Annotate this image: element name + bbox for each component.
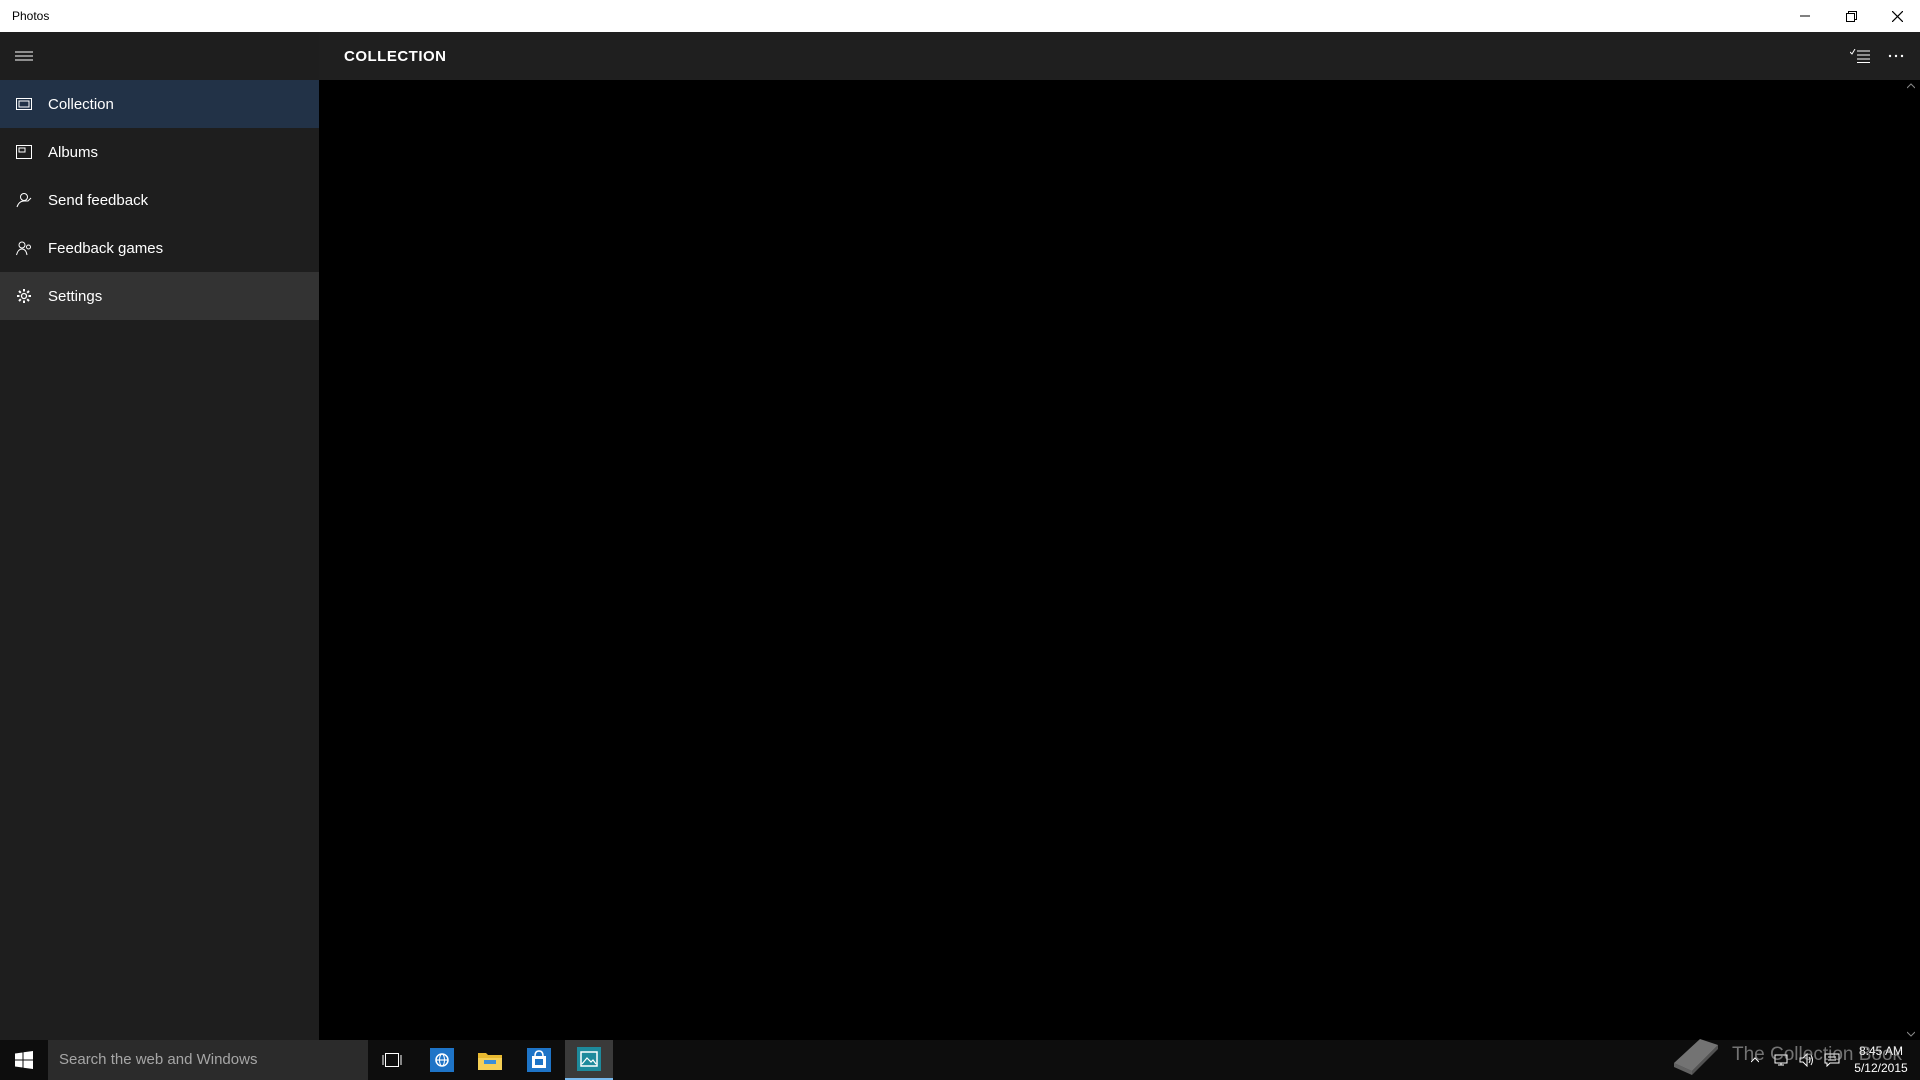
taskbar-photos[interactable]	[565, 1040, 613, 1080]
gear-icon	[0, 288, 48, 304]
watermark: The Collection Book	[1670, 1030, 1902, 1080]
ie-browser-icon	[430, 1048, 454, 1072]
minimize-icon	[1800, 15, 1810, 17]
photos-icon	[577, 1047, 601, 1071]
feedback-icon	[0, 192, 48, 208]
sidebar-item-send-feedback[interactable]: Send feedback	[0, 176, 319, 224]
start-button[interactable]	[0, 1040, 48, 1080]
taskbar-file-explorer[interactable]	[466, 1040, 514, 1080]
more-icon	[1888, 54, 1904, 58]
taskbar-ie-browser[interactable]	[418, 1040, 466, 1080]
navigation-pane: Collection Albums Send feedback Feedback…	[0, 32, 319, 1040]
sidebar-item-label: Collection	[48, 95, 114, 113]
sidebar-item-collection[interactable]: Collection	[0, 80, 319, 128]
taskbar-store[interactable]	[515, 1040, 563, 1080]
sidebar-item-settings[interactable]: Settings	[0, 272, 319, 320]
sidebar-item-label: Feedback games	[48, 239, 164, 257]
restore-icon	[1845, 10, 1857, 22]
book-logo-icon	[1674, 1039, 1718, 1075]
store-icon	[527, 1048, 551, 1072]
more-options-button[interactable]	[1872, 32, 1920, 80]
scroll-up-arrow-icon[interactable]	[1907, 82, 1915, 90]
window-title: Photos	[12, 9, 50, 23]
page-header: COLLECTION	[319, 32, 1920, 80]
page-title: COLLECTION	[344, 48, 447, 65]
close-icon	[1891, 10, 1903, 22]
select-list-icon	[1850, 49, 1870, 63]
close-button[interactable]	[1874, 0, 1920, 32]
task-view-icon	[382, 1053, 402, 1067]
vertical-scrollbar[interactable]	[1902, 80, 1920, 1040]
hamburger-menu-button[interactable]	[0, 32, 48, 80]
minimize-button[interactable]	[1782, 0, 1828, 32]
task-view-button[interactable]	[368, 1040, 416, 1080]
sidebar-item-label: Albums	[48, 143, 99, 161]
window-title-bar: Photos	[0, 0, 1920, 32]
collection-content-area[interactable]	[319, 80, 1902, 1040]
sidebar-item-albums[interactable]: Albums	[0, 128, 319, 176]
feedback-games-icon	[0, 240, 48, 256]
sidebar-item-feedback-games[interactable]: Feedback games	[0, 224, 319, 272]
scroll-down-arrow-icon[interactable]	[1907, 1030, 1915, 1038]
sidebar-item-label: Send feedback	[48, 191, 149, 209]
watermark-text: The Collection Book	[1732, 1044, 1903, 1065]
windows-logo-icon	[15, 1051, 33, 1069]
collection-icon	[0, 97, 48, 111]
restore-button[interactable]	[1828, 0, 1874, 32]
taskbar: Search the web and Windows 8:45 AM 5/12/…	[0, 1040, 1920, 1080]
file-explorer-icon	[478, 1053, 502, 1070]
album-icon	[0, 145, 48, 159]
sidebar-item-label: Settings	[48, 287, 103, 305]
taskbar-search-input[interactable]: Search the web and Windows	[48, 1040, 368, 1080]
hamburger-menu-icon	[15, 51, 33, 61]
